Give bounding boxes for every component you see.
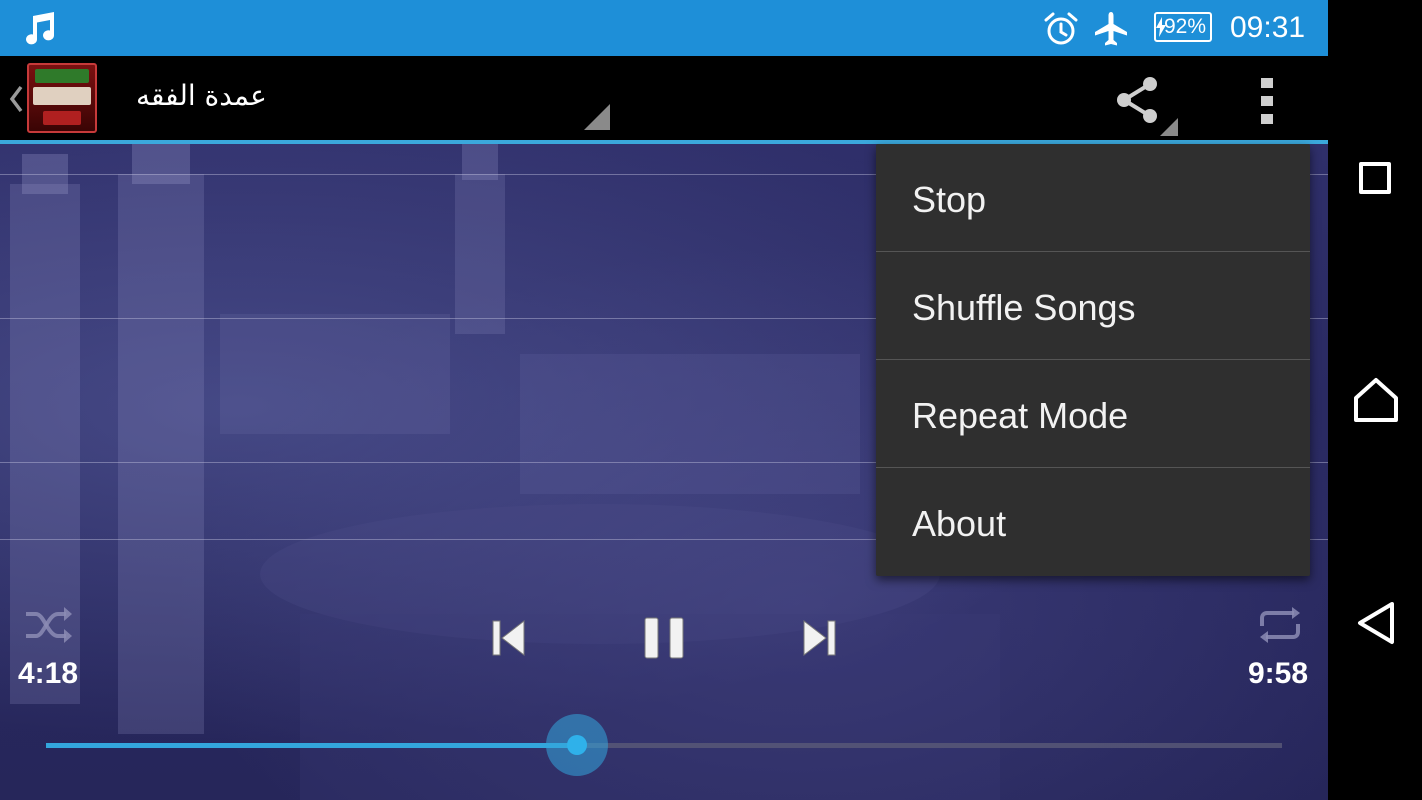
overflow-menu: Stop Shuffle Songs Repeat Mode About — [876, 144, 1310, 576]
total-time: 9:58 — [1248, 657, 1309, 690]
back-icon[interactable] — [1356, 600, 1398, 646]
repeat-icon[interactable] — [1256, 604, 1304, 646]
dropdown-indicator-icon — [584, 104, 610, 130]
skip-next-icon[interactable] — [800, 616, 838, 660]
menu-item-repeat-mode[interactable]: Repeat Mode — [876, 362, 1310, 469]
menu-divider — [876, 251, 1310, 252]
seek-thumb[interactable] — [567, 735, 587, 755]
up-chevron-icon[interactable] — [8, 84, 24, 114]
shuffle-icon[interactable] — [22, 604, 74, 646]
battery-percent: 92% — [1163, 15, 1207, 38]
menu-item-label: Repeat Mode — [912, 395, 1129, 436]
menu-divider — [876, 467, 1310, 468]
elapsed-time: 4:18 — [18, 657, 79, 690]
music-note-icon — [26, 12, 55, 45]
pause-icon[interactable] — [640, 614, 688, 662]
status-bar: 92% 09:31 — [0, 0, 1328, 56]
action-bar: عمدة الفقه — [0, 56, 1328, 144]
menu-item-label: Shuffle Songs — [912, 287, 1136, 328]
page-title[interactable]: عمدة الفقه — [136, 76, 267, 116]
overflow-menu-icon[interactable] — [1254, 76, 1280, 126]
app-icon[interactable] — [27, 63, 97, 133]
battery-charging-icon — [1156, 17, 1166, 37]
share-icon[interactable] — [1112, 74, 1164, 126]
navigation-bar — [1328, 0, 1422, 800]
airplane-mode-icon — [1095, 12, 1127, 46]
share-dropdown-indicator-icon — [1160, 118, 1178, 136]
menu-item-label: About — [912, 503, 1007, 544]
alarm-clock-icon — [1044, 12, 1078, 45]
menu-divider — [876, 359, 1310, 360]
seek-progress — [46, 743, 577, 748]
menu-item-stop[interactable]: Stop — [876, 146, 1310, 253]
status-clock: 09:31 — [1230, 11, 1306, 44]
skip-previous-icon[interactable] — [490, 616, 528, 660]
recent-apps-icon[interactable] — [1359, 162, 1391, 194]
home-icon[interactable] — [1352, 376, 1400, 424]
menu-item-about[interactable]: About — [876, 470, 1310, 577]
menu-item-label: Stop — [912, 179, 987, 220]
menu-item-shuffle-songs[interactable]: Shuffle Songs — [876, 254, 1310, 361]
seek-bar[interactable] — [46, 714, 1284, 778]
